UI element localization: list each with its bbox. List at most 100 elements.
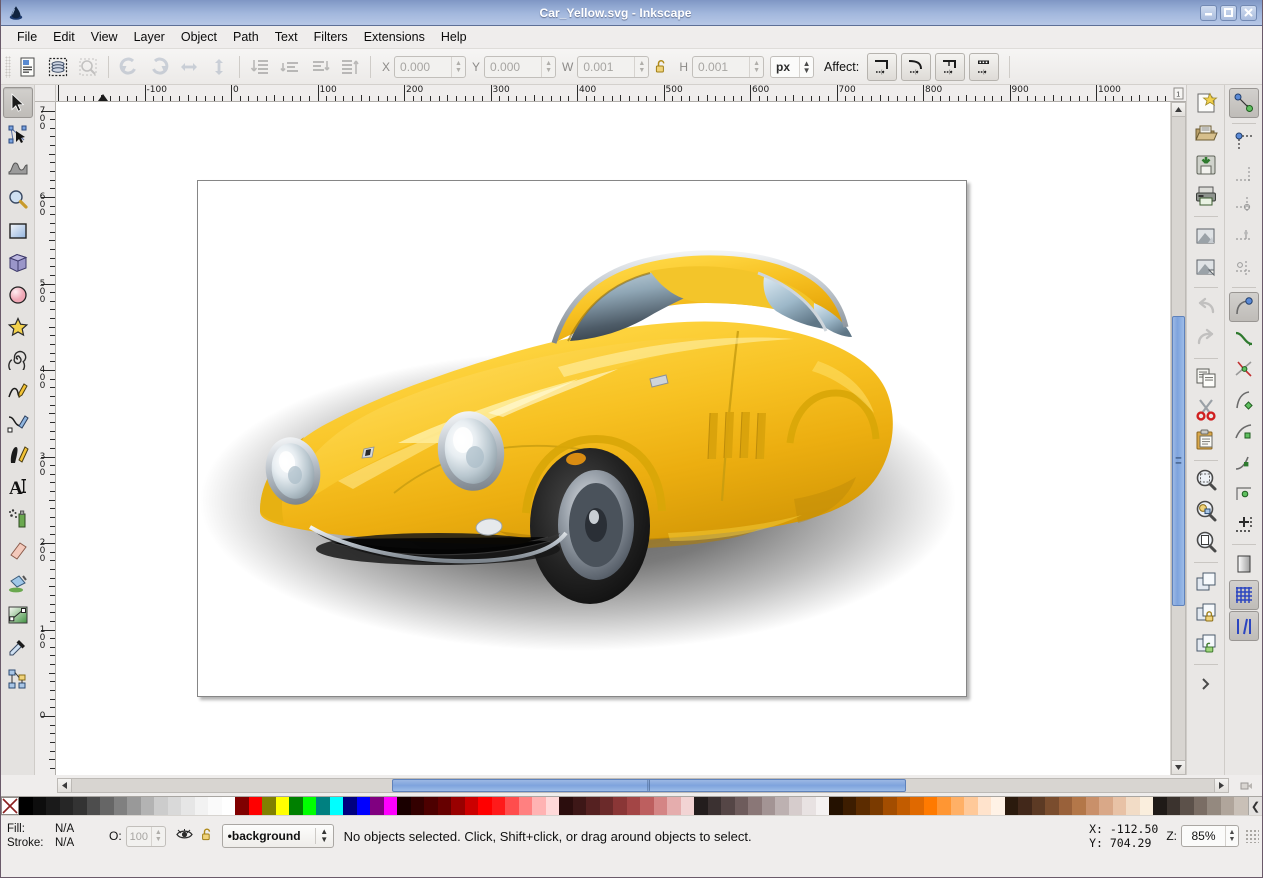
maximize-icon[interactable] xyxy=(1220,4,1237,21)
menu-file[interactable]: File xyxy=(9,28,45,46)
menu-object[interactable]: Object xyxy=(173,28,225,46)
menu-extensions[interactable]: Extensions xyxy=(356,28,433,46)
gradient-tool[interactable] xyxy=(3,599,33,630)
palette-swatch[interactable] xyxy=(289,797,303,815)
palette-swatch[interactable] xyxy=(208,797,222,815)
palette-swatch[interactable] xyxy=(127,797,141,815)
menu-path[interactable]: Path xyxy=(225,28,267,46)
palette-swatch[interactable] xyxy=(1045,797,1059,815)
palette-swatch[interactable] xyxy=(73,797,87,815)
palette-swatch[interactable] xyxy=(667,797,681,815)
w-field[interactable]: 0.001 ▲ ▼ xyxy=(577,55,650,78)
snap-bounding-box-icon[interactable] xyxy=(1229,128,1259,158)
dropper-tool[interactable] xyxy=(3,631,33,662)
eraser-tool[interactable] xyxy=(3,535,33,566)
palette-swatch[interactable] xyxy=(950,797,964,815)
palette-swatch[interactable] xyxy=(1058,797,1072,815)
affect-rounded-corners-button[interactable] xyxy=(901,52,932,81)
palette-swatch[interactable] xyxy=(410,797,424,815)
palette-swatch[interactable] xyxy=(1193,797,1207,815)
palette-swatch[interactable] xyxy=(1180,797,1194,815)
palette-swatch[interactable] xyxy=(680,797,694,815)
palette-swatch[interactable] xyxy=(977,797,991,815)
raise-one-step-icon[interactable] xyxy=(305,52,335,82)
more-options-icon[interactable] xyxy=(1191,669,1221,699)
close-icon[interactable] xyxy=(1240,4,1257,21)
horizontal-ruler[interactable]: -100 0 100 200 300 400 500 600 700 800 900 1000 xyxy=(56,85,1170,102)
snap-path-intersections-icon[interactable] xyxy=(1229,354,1259,384)
palette-swatch[interactable] xyxy=(181,797,195,815)
palette-swatch[interactable] xyxy=(437,797,451,815)
palette-swatch[interactable] xyxy=(262,797,276,815)
zoom-drawing-icon[interactable] xyxy=(1191,496,1221,526)
toolbar-grip[interactable] xyxy=(5,55,11,78)
snap-cusp-nodes-icon[interactable] xyxy=(1229,385,1259,415)
palette-swatch[interactable] xyxy=(748,797,762,815)
scroll-right-button[interactable] xyxy=(1214,778,1229,793)
palette-swatch[interactable] xyxy=(478,797,492,815)
snap-bbox-corners-icon[interactable] xyxy=(1229,190,1259,220)
palette-swatch[interactable] xyxy=(1072,797,1086,815)
snap-bbox-edges-icon[interactable] xyxy=(1229,159,1259,189)
palette-swatch[interactable] xyxy=(788,797,802,815)
minimize-icon[interactable] xyxy=(1200,4,1217,21)
paste-icon[interactable] xyxy=(1191,425,1221,455)
palette-swatch[interactable] xyxy=(383,797,397,815)
menu-view[interactable]: View xyxy=(83,28,126,46)
group-icon[interactable] xyxy=(1191,598,1221,628)
lock-open-icon[interactable] xyxy=(649,52,673,82)
tweak-tool[interactable] xyxy=(3,151,33,182)
palette-swatch[interactable] xyxy=(694,797,708,815)
menu-edit[interactable]: Edit xyxy=(45,28,83,46)
palette-swatch[interactable] xyxy=(505,797,519,815)
palette-swatch[interactable] xyxy=(356,797,370,815)
flip-vertical-icon[interactable] xyxy=(204,52,234,82)
snap-guides-icon[interactable] xyxy=(1228,611,1259,641)
palette-swatch[interactable] xyxy=(707,797,721,815)
palette-swatch[interactable] xyxy=(1220,797,1234,815)
palette-swatch[interactable] xyxy=(100,797,114,815)
zoom-stepper[interactable]: ▲ ▼ xyxy=(1225,826,1238,846)
palette-swatch[interactable] xyxy=(19,797,33,815)
palette-swatch[interactable] xyxy=(86,797,100,815)
menu-text[interactable]: Text xyxy=(267,28,306,46)
menu-help[interactable]: Help xyxy=(433,28,475,46)
zoom-page-icon[interactable] xyxy=(1191,527,1221,557)
select-all-icon[interactable] xyxy=(13,52,43,82)
snap-bbox-edge-midpoints-icon[interactable] xyxy=(1229,221,1259,251)
affect-gradients-button[interactable] xyxy=(935,52,966,81)
paintbucket-tool[interactable] xyxy=(3,567,33,598)
h-field[interactable]: 0.001 ▲ ▼ xyxy=(692,55,765,78)
palette-swatch[interactable] xyxy=(653,797,667,815)
palette-swatch[interactable] xyxy=(869,797,883,815)
palette-swatch[interactable] xyxy=(599,797,613,815)
palette-swatch[interactable] xyxy=(194,797,208,815)
palette-swatch[interactable] xyxy=(235,797,249,815)
palette-swatch[interactable] xyxy=(518,797,532,815)
palette-swatch[interactable] xyxy=(613,797,627,815)
export-png-icon[interactable] xyxy=(1191,252,1221,282)
import-image-icon[interactable] xyxy=(1191,221,1221,251)
palette-swatch[interactable] xyxy=(32,797,46,815)
lock-open-icon[interactable] xyxy=(200,827,214,845)
x-field[interactable]: 0.000 ▲ ▼ xyxy=(394,55,467,78)
palette-swatch[interactable] xyxy=(59,797,73,815)
y-field-stepper[interactable]: ▲ ▼ xyxy=(541,56,555,77)
palette-swatch[interactable] xyxy=(1031,797,1045,815)
palette-swatch[interactable] xyxy=(964,797,978,815)
ellipse-tool[interactable] xyxy=(3,279,33,310)
palette-swatch[interactable] xyxy=(140,797,154,815)
snap-nodes-paths-icon[interactable] xyxy=(1228,292,1259,322)
units-chevron-icon[interactable]: ▲ ▼ xyxy=(799,56,813,77)
palette-swatch[interactable] xyxy=(370,797,384,815)
palette-swatch[interactable] xyxy=(829,797,843,815)
palette-swatch[interactable] xyxy=(46,797,60,815)
palette-swatch[interactable] xyxy=(154,797,168,815)
palette-swatch[interactable] xyxy=(1004,797,1018,815)
palette-swatch[interactable] xyxy=(1126,797,1140,815)
3dbox-tool[interactable] xyxy=(3,247,33,278)
vertical-scroll-track[interactable]: ━ ━ xyxy=(1171,117,1186,760)
copy-icon[interactable] xyxy=(1191,363,1221,393)
zoom-input[interactable]: 85% ▲ ▼ xyxy=(1181,825,1239,847)
spray-tool[interactable] xyxy=(3,503,33,534)
